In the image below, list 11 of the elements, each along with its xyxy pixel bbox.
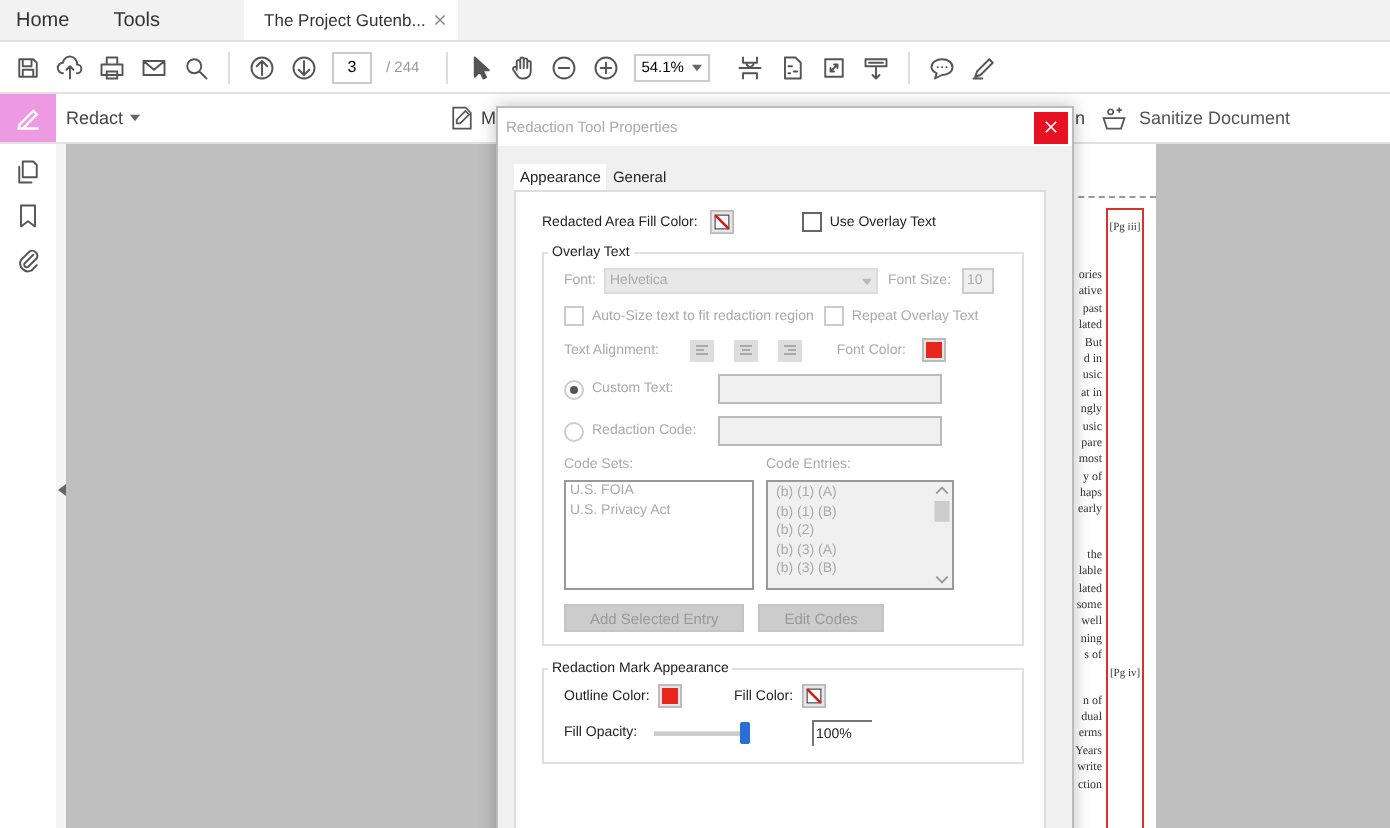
redact-menu[interactable]: Redact [66, 108, 140, 128]
mark-tool-button[interactable]: M [447, 104, 497, 132]
document-tab[interactable]: The Project Gutenb... [244, 0, 458, 40]
sanitize-document-button[interactable]: Sanitize Document [1100, 104, 1290, 132]
tab-label: Home [16, 9, 70, 31]
tab-label: The Project Gutenb... [264, 10, 426, 30]
nav-tab[interactable]: Home [16, 0, 86, 40]
tab-label: Tools [113, 9, 161, 31]
nav-tab[interactable]: Tools [113, 0, 177, 40]
page-number-field[interactable]: 3 [332, 51, 372, 83]
tool-label[interactable]: n [1074, 108, 1085, 128]
